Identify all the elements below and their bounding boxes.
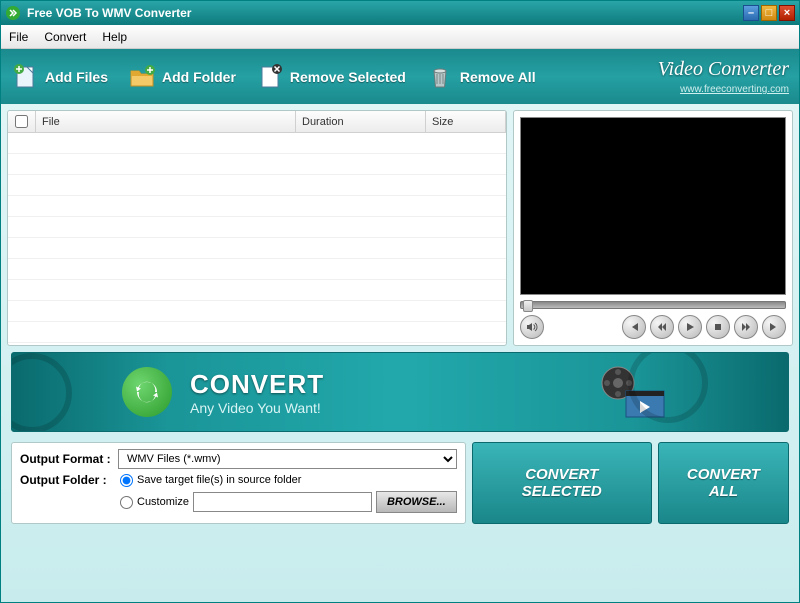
select-all-checkbox[interactable] (15, 115, 28, 128)
output-folder-label: Output Folder : (20, 473, 114, 487)
toolbar: Add Files Add Folder Remove Selected Rem… (1, 49, 799, 104)
output-format-select[interactable]: WMV Files (*.wmv) (118, 449, 457, 469)
convert-circle-icon (122, 367, 172, 417)
save-source-label: Save target file(s) in source folder (137, 474, 301, 486)
output-format-label: Output Format : (20, 452, 114, 466)
add-files-label: Add Files (45, 69, 108, 85)
play-button[interactable] (678, 315, 702, 339)
file-add-icon (11, 63, 39, 91)
film-reel-icon (628, 352, 708, 423)
remove-all-button[interactable]: Remove All (426, 63, 536, 91)
stop-button[interactable] (706, 315, 730, 339)
forward-button[interactable] (734, 315, 758, 339)
volume-button[interactable] (520, 315, 544, 339)
file-list-header: File Duration Size (8, 111, 506, 133)
brand-url-link[interactable]: www.freeconverting.com (680, 84, 789, 95)
add-folder-label: Add Folder (162, 69, 236, 85)
preview-panel (513, 110, 793, 346)
save-source-radio[interactable] (120, 474, 133, 487)
file-remove-icon (256, 63, 284, 91)
app-logo-icon (5, 5, 21, 21)
film-reel-icon (11, 353, 72, 432)
menu-help[interactable]: Help (102, 30, 127, 44)
customize-path-input[interactable] (193, 492, 372, 512)
rewind-button[interactable] (650, 315, 674, 339)
menu-convert[interactable]: Convert (44, 30, 86, 44)
col-size[interactable]: Size (426, 111, 506, 132)
banner-title: CONVERT (190, 369, 324, 400)
trash-icon (426, 63, 454, 91)
skip-end-button[interactable] (762, 315, 786, 339)
file-list-panel: File Duration Size (7, 110, 507, 346)
remove-all-label: Remove All (460, 69, 536, 85)
menu-file[interactable]: File (9, 30, 28, 44)
minimize-button[interactable]: – (743, 5, 759, 21)
seek-slider[interactable] (520, 301, 786, 309)
add-folder-button[interactable]: Add Folder (128, 63, 236, 91)
customize-radio[interactable] (120, 496, 133, 509)
customize-label: Customize (137, 496, 189, 508)
skip-start-button[interactable] (622, 315, 646, 339)
add-files-button[interactable]: Add Files (11, 63, 108, 91)
browse-button[interactable]: BROWSE... (376, 491, 457, 513)
banner-subtitle: Any Video You Want! (190, 400, 324, 416)
maximize-button[interactable]: □ (761, 5, 777, 21)
convert-selected-button[interactable]: CONVERT SELECTED (472, 442, 652, 524)
brand-title: Video Converter (658, 58, 789, 81)
preview-screen (520, 117, 786, 295)
window-title: Free VOB To WMV Converter (27, 6, 743, 20)
folder-add-icon (128, 63, 156, 91)
col-duration[interactable]: Duration (296, 111, 426, 132)
convert-banner: CONVERT Any Video You Want! (11, 352, 789, 432)
brand-block: Video Converter www.freeconverting.com (658, 58, 789, 95)
menu-bar: File Convert Help (1, 25, 799, 49)
close-button[interactable]: × (779, 5, 795, 21)
output-settings-panel: Output Format : WMV Files (*.wmv) Output… (11, 442, 466, 524)
convert-all-button[interactable]: CONVERT ALL (658, 442, 789, 524)
col-file[interactable]: File (36, 111, 296, 132)
file-list-body[interactable] (8, 133, 506, 343)
remove-selected-label: Remove Selected (290, 69, 406, 85)
title-bar: Free VOB To WMV Converter – □ × (1, 1, 799, 25)
remove-selected-button[interactable]: Remove Selected (256, 63, 406, 91)
